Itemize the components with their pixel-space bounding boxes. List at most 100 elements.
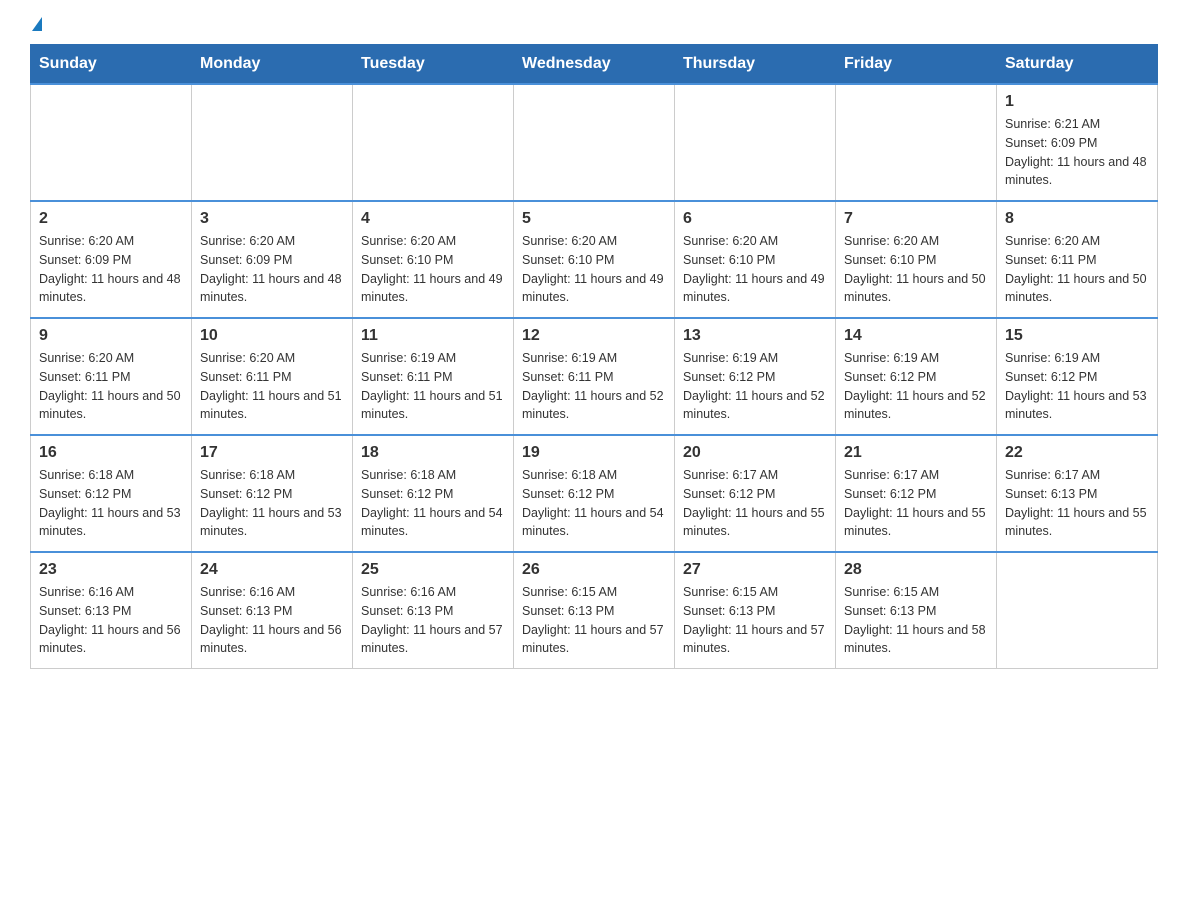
day-number: 14 (844, 327, 988, 345)
calendar-cell-2-1: 2Sunrise: 6:20 AM Sunset: 6:09 PM Daylig… (31, 201, 192, 318)
day-number: 15 (1005, 327, 1149, 345)
weekday-header-wednesday: Wednesday (514, 45, 675, 85)
day-number: 12 (522, 327, 666, 345)
week-row-3: 9 Sunrise: 6:20 AM Sunset: 6:11 PM Daylig… (31, 318, 1158, 435)
day-number: 5 (522, 210, 666, 228)
day-number: 19 (522, 444, 666, 462)
day-number: 28 (844, 561, 988, 579)
weekday-header-row: SundayMondayTuesdayWednesdayThursdayFrid… (31, 45, 1158, 85)
calendar-cell-1-2 (192, 84, 353, 201)
day-number: 27 (683, 561, 827, 579)
day-info: Sunrise: 6:16 AM Sunset: 6:13 PM Dayligh… (361, 583, 505, 658)
day-number: 8 (1005, 210, 1149, 228)
day-number: 22 (1005, 444, 1149, 462)
day-info: Sunrise: 6:20 AM Sunset: 6:11 PM Dayligh… (39, 349, 183, 424)
calendar-cell-5-3: 25 Sunrise: 6:16 AM Sunset: 6:13 PM Dayli… (353, 552, 514, 669)
day-number: 23 (39, 561, 183, 579)
calendar-cell-3-2: 10 Sunrise: 6:20 AM Sunset: 6:11 PM Dayli… (192, 318, 353, 435)
weekday-header-tuesday: Tuesday (353, 45, 514, 85)
day-number: 2 (39, 210, 183, 228)
calendar-cell-5-1: 23 Sunrise: 6:16 AM Sunset: 6:13 PM Dayli… (31, 552, 192, 669)
day-number: 9 (39, 327, 183, 345)
day-number: 4 (361, 210, 505, 228)
day-info: Sunrise: 6:19 AM Sunset: 6:12 PM Dayligh… (683, 349, 827, 424)
calendar-cell-5-2: 24 Sunrise: 6:16 AM Sunset: 6:13 PM Dayli… (192, 552, 353, 669)
calendar-cell-5-7 (997, 552, 1158, 669)
day-info: Sunrise: 6:18 AM Sunset: 6:12 PM Dayligh… (361, 466, 505, 541)
logo-triangle-icon (32, 17, 42, 31)
day-number: 25 (361, 561, 505, 579)
week-row-5: 23 Sunrise: 6:16 AM Sunset: 6:13 PM Dayli… (31, 552, 1158, 669)
day-info: Sunrise: 6:21 AM Sunset: 6:09 PM Dayligh… (1005, 115, 1149, 190)
calendar-cell-4-6: 21Sunrise: 6:17 AM Sunset: 6:12 PM Dayli… (836, 435, 997, 552)
calendar-cell-1-1 (31, 84, 192, 201)
week-row-1: 1 Sunrise: 6:21 AM Sunset: 6:09 PM Daylig… (31, 84, 1158, 201)
day-info: Sunrise: 6:18 AM Sunset: 6:12 PM Dayligh… (522, 466, 666, 541)
day-info: Sunrise: 6:18 AM Sunset: 6:12 PM Dayligh… (39, 466, 183, 541)
day-number: 18 (361, 444, 505, 462)
day-number: 10 (200, 327, 344, 345)
day-info: Sunrise: 6:19 AM Sunset: 6:11 PM Dayligh… (361, 349, 505, 424)
calendar-cell-3-4: 12 Sunrise: 6:19 AM Sunset: 6:11 PM Dayli… (514, 318, 675, 435)
calendar-cell-4-4: 19 Sunrise: 6:18 AM Sunset: 6:12 PM Dayli… (514, 435, 675, 552)
calendar-cell-3-3: 11 Sunrise: 6:19 AM Sunset: 6:11 PM Dayli… (353, 318, 514, 435)
day-number: 26 (522, 561, 666, 579)
calendar-cell-5-4: 26 Sunrise: 6:15 AM Sunset: 6:13 PM Dayli… (514, 552, 675, 669)
weekday-header-sunday: Sunday (31, 45, 192, 85)
day-info: Sunrise: 6:18 AM Sunset: 6:12 PM Dayligh… (200, 466, 344, 541)
calendar-cell-1-6 (836, 84, 997, 201)
calendar-cell-1-3 (353, 84, 514, 201)
day-info: Sunrise: 6:20 AM Sunset: 6:10 PM Dayligh… (522, 232, 666, 307)
day-number: 3 (200, 210, 344, 228)
calendar-cell-2-5: 6 Sunrise: 6:20 AM Sunset: 6:10 PM Daylig… (675, 201, 836, 318)
logo (30, 20, 42, 34)
calendar-cell-3-6: 14 Sunrise: 6:19 AM Sunset: 6:12 PM Dayli… (836, 318, 997, 435)
calendar-cell-4-3: 18 Sunrise: 6:18 AM Sunset: 6:12 PM Dayli… (353, 435, 514, 552)
calendar-cell-4-7: 22 Sunrise: 6:17 AM Sunset: 6:13 PM Dayli… (997, 435, 1158, 552)
calendar-cell-3-1: 9 Sunrise: 6:20 AM Sunset: 6:11 PM Daylig… (31, 318, 192, 435)
day-info: Sunrise: 6:20 AM Sunset: 6:11 PM Dayligh… (200, 349, 344, 424)
day-number: 16 (39, 444, 183, 462)
day-info: Sunrise: 6:16 AM Sunset: 6:13 PM Dayligh… (200, 583, 344, 658)
calendar-cell-2-4: 5 Sunrise: 6:20 AM Sunset: 6:10 PM Daylig… (514, 201, 675, 318)
day-info: Sunrise: 6:20 AM Sunset: 6:09 PM Dayligh… (200, 232, 344, 307)
weekday-header-thursday: Thursday (675, 45, 836, 85)
day-number: 17 (200, 444, 344, 462)
day-info: Sunrise: 6:17 AM Sunset: 6:13 PM Dayligh… (1005, 466, 1149, 541)
day-info: Sunrise: 6:17 AM Sunset: 6:12 PM Dayligh… (683, 466, 827, 541)
day-info: Sunrise: 6:20 AM Sunset: 6:10 PM Dayligh… (361, 232, 505, 307)
calendar-cell-1-7: 1 Sunrise: 6:21 AM Sunset: 6:09 PM Daylig… (997, 84, 1158, 201)
day-number: 13 (683, 327, 827, 345)
calendar-cell-1-5 (675, 84, 836, 201)
day-info: Sunrise: 6:19 AM Sunset: 6:12 PM Dayligh… (844, 349, 988, 424)
day-number: 11 (361, 327, 505, 345)
calendar-cell-3-5: 13 Sunrise: 6:19 AM Sunset: 6:12 PM Dayli… (675, 318, 836, 435)
day-number: 6 (683, 210, 827, 228)
calendar-cell-4-1: 16 Sunrise: 6:18 AM Sunset: 6:12 PM Dayli… (31, 435, 192, 552)
day-info: Sunrise: 6:20 AM Sunset: 6:10 PM Dayligh… (844, 232, 988, 307)
day-info: Sunrise: 6:15 AM Sunset: 6:13 PM Dayligh… (683, 583, 827, 658)
page-header (30, 20, 1158, 34)
week-row-2: 2 Sunrise: 6:20 AM Sunset: 6:09 PM Daylig… (31, 201, 1158, 318)
day-info: Sunrise: 6:15 AM Sunset: 6:13 PM Dayligh… (844, 583, 988, 658)
calendar-cell-2-7: 8Sunrise: 6:20 AM Sunset: 6:11 PM Daylig… (997, 201, 1158, 318)
day-info: Sunrise: 6:20 AM Sunset: 6:10 PM Dayligh… (683, 232, 827, 307)
week-row-4: 16 Sunrise: 6:18 AM Sunset: 6:12 PM Dayli… (31, 435, 1158, 552)
day-number: 20 (683, 444, 827, 462)
calendar-cell-2-3: 4 Sunrise: 6:20 AM Sunset: 6:10 PM Daylig… (353, 201, 514, 318)
calendar-cell-2-2: 3 Sunrise: 6:20 AM Sunset: 6:09 PM Daylig… (192, 201, 353, 318)
day-number: 1 (1005, 93, 1149, 111)
calendar-cell-4-2: 17 Sunrise: 6:18 AM Sunset: 6:12 PM Dayli… (192, 435, 353, 552)
calendar-cell-5-5: 27 Sunrise: 6:15 AM Sunset: 6:13 PM Dayli… (675, 552, 836, 669)
calendar-cell-1-4 (514, 84, 675, 201)
calendar-table: SundayMondayTuesdayWednesdayThursdayFrid… (30, 44, 1158, 669)
weekday-header-monday: Monday (192, 45, 353, 85)
day-info: Sunrise: 6:15 AM Sunset: 6:13 PM Dayligh… (522, 583, 666, 658)
day-info: Sunrise: 6:19 AM Sunset: 6:11 PM Dayligh… (522, 349, 666, 424)
weekday-header-friday: Friday (836, 45, 997, 85)
calendar-cell-3-7: 15 Sunrise: 6:19 AM Sunset: 6:12 PM Dayli… (997, 318, 1158, 435)
day-info: Sunrise: 6:19 AM Sunset: 6:12 PM Dayligh… (1005, 349, 1149, 424)
day-info: Sunrise: 6:16 AM Sunset: 6:13 PM Dayligh… (39, 583, 183, 658)
calendar-cell-5-6: 28 Sunrise: 6:15 AM Sunset: 6:13 PM Dayli… (836, 552, 997, 669)
day-number: 24 (200, 561, 344, 579)
